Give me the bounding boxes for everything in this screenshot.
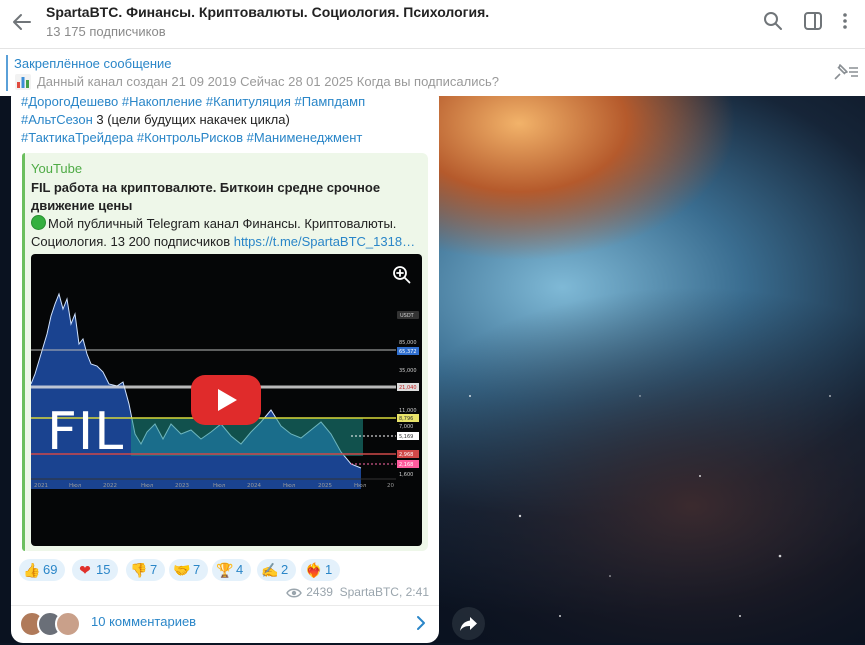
x-tick-label: 2023 xyxy=(175,483,189,489)
y-tick-label: 2,168 xyxy=(399,462,413,468)
more-menu-icon[interactable] xyxy=(834,10,856,32)
y-tick-label: 21,040 xyxy=(399,385,417,391)
comments-link[interactable]: 10 комментариев xyxy=(91,614,196,629)
x-tick-label: Нюл xyxy=(354,483,367,489)
hashtag-link[interactable]: #ДорогоДешево #Накопление #Капитуляция #… xyxy=(21,94,365,109)
author-time: SpartaBTC, 2:41 xyxy=(339,585,429,599)
y-tick-label: 7,000 xyxy=(399,424,413,430)
bar-chart-icon xyxy=(15,74,31,90)
hashtag-link[interactable]: #АльтСезон xyxy=(21,112,93,127)
play-button[interactable] xyxy=(191,375,261,425)
preview-accent-bar xyxy=(22,153,25,551)
reaction-heart-on-fire[interactable]: ❤‍🔥 1 xyxy=(301,559,341,581)
subscriber-count: 13 175 подписчиков xyxy=(46,24,166,39)
x-tick-label: 2022 xyxy=(103,483,117,489)
back-arrow-icon[interactable] xyxy=(10,10,34,34)
preview-desc-link[interactable]: https://t.me/SpartaBTC_1318… xyxy=(234,234,415,249)
preview-site-name: YouTube xyxy=(31,161,83,176)
axis-currency-label: USDT xyxy=(400,313,415,319)
chevron-right-icon[interactable] xyxy=(415,615,427,631)
chat-header: SpartaBTC. Финансы. Криптовалюты. Социол… xyxy=(0,0,865,49)
commenter-avatars xyxy=(19,611,89,637)
video-overlay-label: FIL xyxy=(47,402,125,462)
y-tick-label: 11,000 xyxy=(399,408,417,414)
reactions-row: 👍 69 ❤ 15 👎 7 🤝 7 🏆 4 ✍ 2 ❤‍🔥 1 xyxy=(19,559,439,585)
handshake-icon: 🤝 xyxy=(173,562,191,578)
y-tick-label: 8,796 xyxy=(399,416,413,422)
video-thumbnail[interactable]: USDT 85,000 65,372 35,000 21,040 11,000 … xyxy=(31,254,422,546)
reaction-writing-hand[interactable]: ✍ 2 xyxy=(257,559,297,581)
x-tick-label: 20 xyxy=(387,483,394,489)
x-tick-label: 2025 xyxy=(318,483,332,489)
comments-divider xyxy=(11,605,439,606)
channel-title[interactable]: SpartaBTC. Финансы. Криптовалюты. Социол… xyxy=(46,4,489,20)
preview-description: Мой публичный Telegram канал Финансы. Кр… xyxy=(31,215,426,251)
view-count: 2439 xyxy=(306,585,333,599)
y-tick-label: 65,372 xyxy=(399,349,417,355)
search-icon[interactable] xyxy=(762,10,784,32)
hashtag-link[interactable]: #ТактикаТрейдера #КонтрольРисков #Маниме… xyxy=(21,130,362,145)
preview-title: FIL работа на криптовалюте. Биткоин сред… xyxy=(31,180,381,213)
reaction-thumbs-down[interactable]: 👎 7 xyxy=(126,559,166,581)
reaction-trophy[interactable]: 🏆 4 xyxy=(212,559,252,581)
share-button[interactable] xyxy=(452,607,485,640)
x-tick-label: Нюл xyxy=(213,483,226,489)
y-tick-label: 35,000 xyxy=(399,368,417,374)
reaction-heart[interactable]: ❤ 15 xyxy=(72,559,119,581)
pinned-indicator xyxy=(6,55,8,91)
link-preview[interactable]: YouTube FIL работа на криптовалюте. Битк… xyxy=(22,153,428,551)
x-tick-label: Нюл xyxy=(141,483,154,489)
share-arrow-icon xyxy=(460,617,477,631)
message-bubble: #ДорогоДешево #Накопление #Капитуляция #… xyxy=(11,85,439,643)
pinned-title: Закреплённое сообщение xyxy=(14,56,172,71)
pinned-message-bar[interactable]: Закреплённое сообщение Данный канал созд… xyxy=(0,49,865,96)
heart-icon: ❤ xyxy=(79,562,91,578)
trophy-icon: 🏆 xyxy=(216,562,234,578)
zoom-in-icon[interactable] xyxy=(392,265,412,285)
pin-list-icon[interactable] xyxy=(832,62,860,82)
writing-hand-icon: ✍ xyxy=(261,562,279,578)
x-tick-label: Нюл xyxy=(69,483,82,489)
thumbs-up-icon: 👍 xyxy=(23,562,41,578)
message-meta: 2439 SpartaBTC, 2:41 xyxy=(286,585,429,599)
avatar xyxy=(55,611,81,637)
green-circle-icon xyxy=(31,215,46,230)
hashtag-note: 3 (цели будущих накачек цикла) xyxy=(92,112,290,127)
y-tick-label: 5,169 xyxy=(399,434,413,440)
hashtag-block: #ДорогоДешево #Накопление #Капитуляция #… xyxy=(21,93,431,147)
heart-on-fire-icon: ❤‍🔥 xyxy=(305,562,323,578)
y-tick-label: 1,600 xyxy=(399,472,413,478)
eye-icon xyxy=(286,588,303,598)
pinned-text: Данный канал создан 21 09 2019 Сейчас 28… xyxy=(37,74,499,89)
x-tick-label: 2021 xyxy=(34,483,48,489)
thumbs-down-icon: 👎 xyxy=(130,562,148,578)
y-tick-label: 2,968 xyxy=(399,452,413,458)
y-tick-label: 85,000 xyxy=(399,340,417,346)
sidebar-toggle-icon[interactable] xyxy=(802,10,824,32)
x-tick-label: Нюл xyxy=(283,483,296,489)
reaction-thumbs-up[interactable]: 👍 69 xyxy=(19,559,66,581)
reaction-handshake[interactable]: 🤝 7 xyxy=(169,559,209,581)
x-tick-label: 2024 xyxy=(247,483,261,489)
